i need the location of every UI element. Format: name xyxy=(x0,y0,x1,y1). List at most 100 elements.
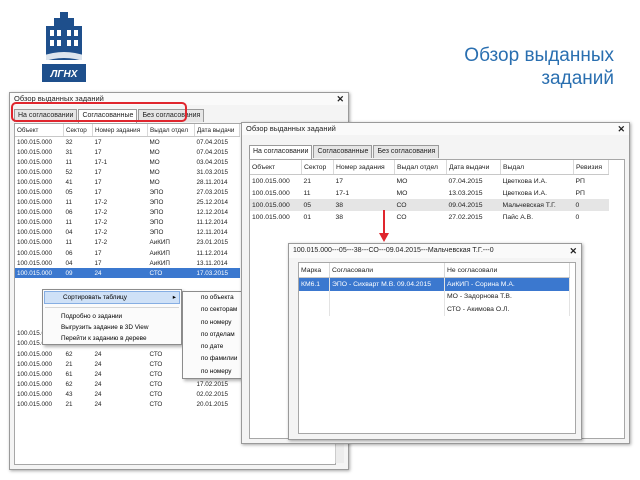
column-header-approved[interactable]: Согласовали xyxy=(329,263,445,278)
column-header-issued-by[interactable]: Выдал xyxy=(500,160,574,175)
window-title: 100.015.000---05---38---СО---09.04.2015-… xyxy=(293,247,494,254)
table-cell: 01 xyxy=(303,213,312,221)
table-cell: 11 xyxy=(303,189,311,197)
table-cell: 17.03.2015 xyxy=(194,268,240,279)
tab-approved[interactable]: Согласованные xyxy=(313,145,373,158)
window-titlebar[interactable]: 100.015.000---05---38---СО---09.04.2015-… xyxy=(289,244,581,258)
table-cell: 31.03.2015 xyxy=(196,168,229,176)
table-row[interactable]: 100.015.000 11 17-2 АиКИП 23.01.2015 xyxy=(15,238,244,248)
table-cell: 27.03.2015 xyxy=(196,189,229,197)
table-cell: 28.11.2014 xyxy=(196,178,228,186)
close-icon[interactable]: ✕ xyxy=(569,244,577,258)
approvals-table: Марка Согласовали Не согласовали КМ6.1 ЭП… xyxy=(298,262,576,434)
table-row[interactable]: 100.015.000 05 17 ЭПО 27.03.2015 xyxy=(15,187,244,197)
column-header-object[interactable]: Объект xyxy=(250,160,302,175)
column-header-object[interactable]: Объект xyxy=(15,124,64,137)
tab-no-approval[interactable]: Без согласования xyxy=(373,145,440,158)
table-row[interactable]: 100.015.000 52 17 МО 31.03.2015 xyxy=(15,167,244,177)
table-row[interactable]: 100.015.000 21 17 МО 07.04.2015 Цветкова И.А.… xyxy=(250,175,609,188)
table-cell: 100.015.000 xyxy=(17,390,53,398)
column-header-revision[interactable]: Ревизия xyxy=(573,160,609,175)
column-header-task-number[interactable]: Номер задания xyxy=(333,160,395,175)
table-cell: 100.015.000 xyxy=(250,199,302,211)
table-cell: 100.015.000 xyxy=(17,138,53,146)
table-cell: 09.04.2015 xyxy=(446,199,501,211)
table-row[interactable]: МО - Задорнова Т.В. xyxy=(299,290,570,303)
column-header-sector[interactable]: Сектор xyxy=(63,124,93,137)
table-cell: 100.015.000 xyxy=(17,189,53,197)
table-row[interactable]: 100.015.000 43 24 СТО 02.02.2015 xyxy=(15,389,244,399)
table-cell: 17 xyxy=(94,168,102,176)
table-cell: МО xyxy=(149,168,160,176)
table-cell: 100.015.000 xyxy=(17,350,53,358)
table-cell: Цветкова И.А. xyxy=(502,177,547,185)
menu-item-task-details[interactable]: Подробно о задании xyxy=(43,311,181,322)
column-header-mark[interactable]: Марка xyxy=(299,263,330,278)
table-cell: 21 xyxy=(65,360,73,368)
column-header-issue-date[interactable]: Дата выдачи xyxy=(194,124,240,137)
table-cell: Мальчевская Т.Г. xyxy=(500,199,574,211)
table-row[interactable]: 100.015.000 06 17-2 ЭПО 12.12.2014 xyxy=(15,208,244,218)
table-row[interactable]: 100.015.000 06 17 АиКИП 11.12.2014 xyxy=(15,248,244,258)
table-cell xyxy=(329,303,445,316)
table-cell: 100.015.000 xyxy=(17,148,53,156)
tab-pending[interactable]: На согласовании xyxy=(249,145,313,159)
table-cell: МО xyxy=(149,158,160,166)
column-header-sector[interactable]: Сектор xyxy=(301,160,334,175)
table-cell: 04 xyxy=(65,229,73,237)
table-cell xyxy=(93,278,148,288)
table-cell: 23.01.2015 xyxy=(196,239,229,247)
table-row[interactable]: 100.015.000 05 38 СО 09.04.2015 Мальчевская Т… xyxy=(250,199,609,211)
table-row[interactable]: КМ6.1 ЭПО - Сихварт М.В. 09.04.2015 АиКИП … xyxy=(299,277,570,291)
table-row[interactable]: 100.015.000 09 24 СТО 17.03.2015 xyxy=(15,268,244,279)
table-row[interactable] xyxy=(15,278,244,288)
table-row[interactable]: 100.015.000 11 17-1 МО 13.03.2015 Цветкова И.… xyxy=(250,187,609,199)
table-cell: СО xyxy=(394,199,447,211)
table-row[interactable]: 100.015.000 32 17 МО 07.04.2015 xyxy=(15,137,244,148)
table-cell: 100.015.000 xyxy=(17,178,53,186)
table-cell: 05 xyxy=(301,199,334,211)
table-row[interactable]: 100.015.000 04 17-2 ЭПО 12.11.2014 xyxy=(15,228,244,238)
table-cell: ЭПО xyxy=(149,189,164,197)
table-cell: ЭПО xyxy=(149,229,164,237)
table-row[interactable]: 100.015.000 41 17 МО 28.11.2014 xyxy=(15,177,244,187)
table-row[interactable]: СТО - Акимова О.Л. xyxy=(299,303,570,316)
table-cell xyxy=(329,290,445,303)
menu-item-export-3d-view[interactable]: Выгрузить задание в 3D View xyxy=(43,322,181,333)
table-cell: 20.01.2015 xyxy=(196,400,229,408)
table-cell: АиКИП - Сорина М.А. xyxy=(444,277,570,291)
column-header-department[interactable]: Выдал отдел xyxy=(147,124,195,137)
table-cell: 07.04.2015 xyxy=(448,177,483,185)
close-icon[interactable]: ✕ xyxy=(336,93,344,105)
table-row[interactable]: 100.015.000 11 17-2 ЭПО 11.12.2014 xyxy=(15,218,244,228)
table-row[interactable]: 100.015.000 21 24 СТО 20.01.2015 xyxy=(15,399,244,409)
table-cell: 25.12.2014 xyxy=(196,199,229,207)
menu-separator xyxy=(45,307,179,308)
table-row[interactable]: 100.015.000 11 17-1 МО 03.04.2015 xyxy=(15,157,244,167)
menu-item-go-to-tree[interactable]: Перейти к заданию в дереве xyxy=(43,333,181,344)
close-icon[interactable]: ✕ xyxy=(617,123,625,135)
table-cell: 100.015.000 xyxy=(17,400,53,408)
column-header-task-number[interactable]: Номер задания xyxy=(92,124,148,137)
table-row[interactable]: 100.015.000 01 38 СО 27.02.2015 Пайс А.В. 0 xyxy=(250,211,609,223)
column-header-not-approved[interactable]: Не согласовали xyxy=(444,263,570,278)
slide-title-line-1: Обзор выданных xyxy=(464,45,614,66)
table-cell: 09 xyxy=(63,268,93,279)
table-cell: 17 xyxy=(94,138,102,146)
table-row[interactable]: 100.015.000 62 24 СТО 17.02.2015 xyxy=(15,379,244,389)
table-cell: МО xyxy=(149,148,160,156)
submenu-arrow-icon: ▸ xyxy=(172,294,176,301)
column-header-issue-date[interactable]: Дата выдачи xyxy=(446,160,501,175)
table-cell: 24 xyxy=(92,268,148,279)
approval-details-window: 100.015.000---05---38---СО---09.04.2015-… xyxy=(288,243,582,440)
table-cell xyxy=(64,278,93,288)
table-row[interactable]: 100.015.000 04 17 АиКИП 13.11.2014 xyxy=(15,258,244,268)
table-cell: 0 xyxy=(573,199,609,211)
table-cell: 06 xyxy=(65,249,73,257)
table-cell: СТО xyxy=(149,390,163,398)
column-header-department[interactable]: Выдал отдел xyxy=(394,160,447,175)
menu-item-sort-table[interactable]: Сортировать таблицу ▸ xyxy=(44,291,180,304)
table-row[interactable]: 100.015.000 11 17-2 ЭПО 25.12.2014 xyxy=(15,198,244,208)
window-titlebar[interactable]: Обзор выданных заданий ✕ xyxy=(242,123,629,135)
table-row[interactable]: 100.015.000 31 17 МО 07.04.2015 xyxy=(15,147,244,157)
